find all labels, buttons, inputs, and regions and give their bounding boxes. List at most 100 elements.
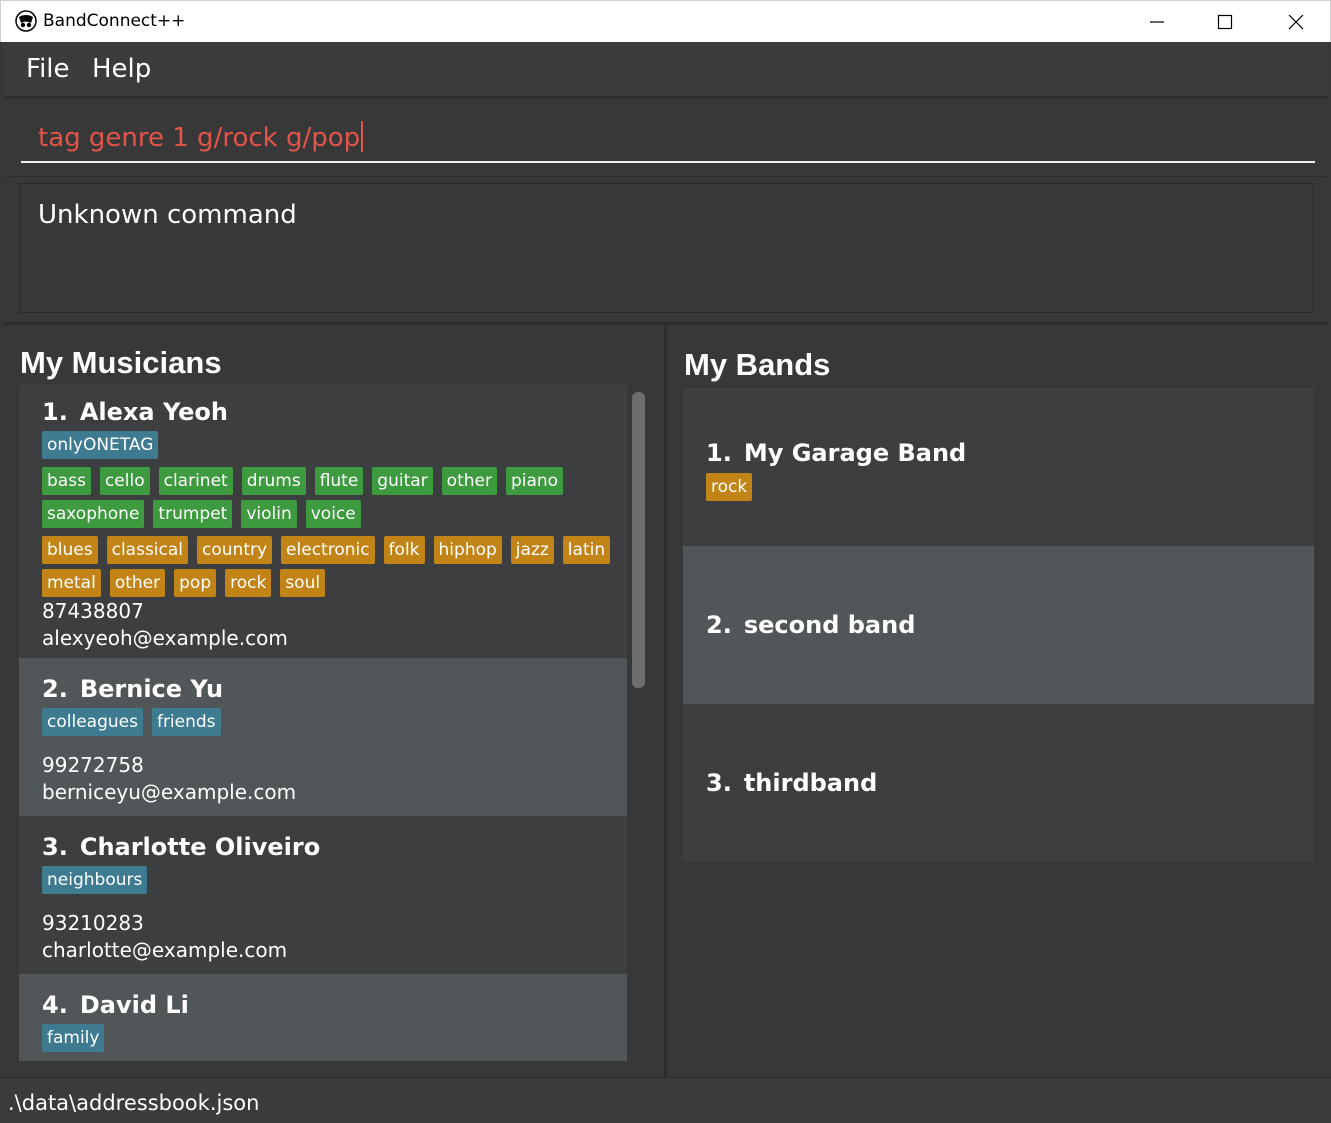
instrument-tag: drums [241,467,306,495]
musician-list-panel: My Musicians 1. Alexa Yeoh onlyONETAG bas… [3,325,665,1077]
instrument-tag: trumpet [153,500,233,528]
musician-phone: 99272758 [42,753,144,777]
command-input[interactable]: tag genre 1 g/rock g/pop [21,105,1315,163]
genre-tag: other [109,569,166,597]
tag: neighbours [42,866,148,894]
genre-tag: rock [706,473,753,501]
band-card[interactable]: 2. second band [683,546,1314,704]
instrument-tag: clarinet [158,467,233,495]
genre-tag: electronic [281,536,375,564]
genre-tag: pop [174,569,217,597]
band-name-text: My Garage Band [743,439,967,467]
musician-email: charlotte@example.com [42,938,288,962]
band-name: 3. thirdband [706,769,877,797]
genre-tag: blues [42,536,98,564]
menu-help[interactable]: Help [92,54,151,84]
musician-phone: 87438807 [42,599,144,623]
band-card[interactable]: 1. My Garage Band rock [683,388,1314,546]
genre-tag: metal [42,569,101,597]
tag: onlyONETAG [42,431,159,459]
instrument-tag: saxophone [42,500,145,528]
maximize-icon [1217,14,1233,30]
instrument-tag: voice [305,500,361,528]
genre-tag: latin [562,536,611,564]
musician-card[interactable]: 2. Bernice Yu colleagues friends 99272758… [19,658,627,816]
text-caret [361,121,364,152]
close-icon [1288,14,1304,30]
command-value: tag genre 1 g/rock g/pop [38,123,361,153]
band-name-text: thirdband [743,769,878,797]
tag-row: colleagues friends [42,708,221,736]
musician-list-scrollbar[interactable] [632,392,645,688]
musician-card[interactable]: 4. David Li family [19,974,627,1061]
instrument-tag: piano [505,467,564,495]
instrument-tag: flute [314,467,364,495]
command-text: tag genre 1 g/rock g/pop [38,121,364,153]
musician-name-text: Charlotte Oliveiro [79,833,321,861]
instrument-tag: violin [241,500,297,528]
musician-email: alexyeoh@example.com [42,626,288,650]
band-name: 2. second band [706,611,915,639]
menu-file[interactable]: File [26,54,70,84]
genre-row: blues classical country electronic folk … [42,536,611,564]
tag: colleagues [42,708,143,736]
instrument-tag: bass [42,467,91,495]
minimize-button[interactable] [1122,1,1192,43]
band-name: 1. My Garage Band [706,439,966,467]
close-button[interactable] [1261,1,1331,43]
musician-index: 1. [42,398,68,426]
band-name-text: second band [743,611,916,639]
musician-name: 3. Charlotte Oliveiro [42,833,320,861]
musician-index: 4. [42,991,68,1019]
musician-list[interactable]: 1. Alexa Yeoh onlyONETAG bass cello clari… [19,385,627,1061]
tag-row: onlyONETAG [42,431,159,459]
musician-phone: 93210283 [42,911,144,935]
result-display[interactable]: Unknown command [19,183,1314,313]
band-index: 3. [706,769,732,797]
tag-row: family [42,1024,105,1052]
tag-row: neighbours [42,866,148,894]
instrument-row: saxophone trumpet violin voice [42,500,361,528]
band-card[interactable]: 3. thirdband [683,704,1314,862]
tag: friends [151,708,221,736]
result-display-area: Unknown command [3,176,1328,322]
minimize-icon [1150,21,1164,23]
genre-tag: folk [383,536,425,564]
band-list-panel: My Bands 1. My Garage Band rock 2. second … [667,325,1328,1077]
instrument-row: bass cello clarinet drums flute guitar o… [42,467,564,495]
genre-tag: country [197,536,273,564]
musician-name: 2. Bernice Yu [42,675,223,703]
maximize-button[interactable] [1190,1,1260,43]
musician-name: 4. David Li [42,991,189,1019]
command-box-area: tag genre 1 g/rock g/pop [3,98,1328,174]
window-title: BandConnect++ [43,11,186,31]
musician-card[interactable]: 3. Charlotte Oliveiro neighbours 93210283… [19,816,627,974]
app-logo-icon [15,10,37,32]
instrument-tag: guitar [372,467,433,495]
genre-tag: rock [225,569,272,597]
musician-index: 3. [42,833,68,861]
status-bar: .\data\addressbook.json [0,1077,1331,1123]
instrument-tag: cello [99,467,150,495]
bands-title: My Bands [684,347,831,382]
genre-tag: soul [280,569,326,597]
musician-name: 1. Alexa Yeoh [42,398,228,426]
musician-card[interactable]: 1. Alexa Yeoh onlyONETAG bass cello clari… [19,385,627,658]
genre-tag: jazz [510,536,554,564]
genre-tag: hiphop [433,536,502,564]
musician-name-text: Alexa Yeoh [79,398,228,426]
musician-index: 2. [42,675,68,703]
menu-bar: File Help [3,43,1328,97]
band-index: 1. [706,439,732,467]
musicians-title: My Musicians [20,345,222,380]
musician-name-text: Bernice Yu [79,675,224,703]
genre-row: rock [706,473,753,501]
band-index: 2. [706,611,732,639]
instrument-tag: other [441,467,497,495]
tag: family [42,1024,105,1052]
window-titlebar: BandConnect++ [0,0,1331,42]
musician-email: berniceyu@example.com [42,780,297,804]
save-location: .\data\addressbook.json [8,1091,260,1115]
genre-tag: classical [106,536,189,564]
genre-row: metal other pop rock soul [42,569,326,597]
